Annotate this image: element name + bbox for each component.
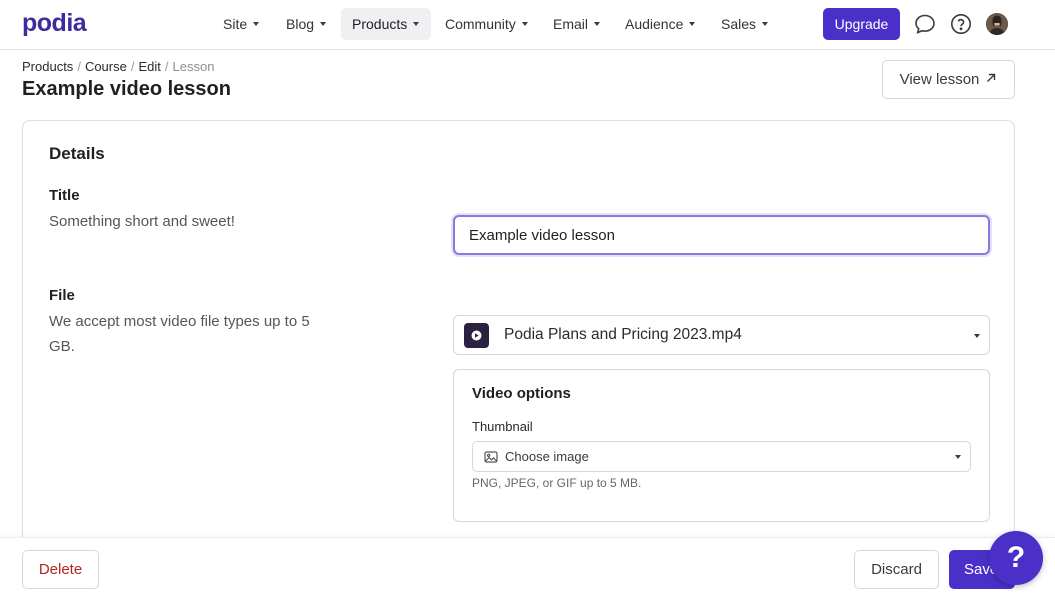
footer-bar: Delete Discard Save — [0, 537, 1055, 597]
caret-down-icon — [955, 455, 961, 459]
nav-item-audience[interactable]: Audience — [614, 8, 706, 40]
caret-down-icon — [253, 22, 260, 27]
video-file-icon — [464, 323, 489, 348]
caret-down-icon — [521, 22, 528, 27]
breadcrumb-separator: / — [130, 59, 135, 74]
podia-logo[interactable]: podia — [22, 9, 87, 38]
caret-down-icon — [320, 22, 327, 27]
caret-down-icon — [594, 22, 601, 27]
breadcrumb-edit[interactable]: Edit — [138, 59, 160, 74]
nav-item-label: Site — [223, 16, 248, 32]
upgrade-button[interactable]: Upgrade — [823, 8, 900, 40]
choose-image-label: Choose image — [505, 449, 589, 464]
title-help-text: Something short and sweet! — [49, 213, 235, 230]
chat-bubble-icon[interactable] — [913, 12, 937, 36]
file-label: File — [49, 287, 75, 304]
title-label: Title — [49, 187, 80, 204]
top-navigation: podia Site Blog Products Community Email… — [0, 0, 1055, 50]
help-chat-button[interactable]: ? — [989, 531, 1043, 585]
view-lesson-button[interactable]: View lesson — [882, 60, 1015, 99]
choose-image-select[interactable]: Choose image — [472, 441, 971, 472]
file-select[interactable]: Podia Plans and Pricing 2023.mp4 — [453, 315, 990, 355]
breadcrumb-products[interactable]: Products — [22, 59, 73, 74]
nav-item-label: Blog — [286, 16, 315, 32]
view-lesson-label: View lesson — [899, 71, 980, 88]
file-help-text: We accept most video file types up to 5 … — [49, 313, 310, 355]
nav-item-blog[interactable]: Blog — [275, 8, 337, 40]
external-arrow-icon — [985, 71, 997, 88]
nav-item-sales[interactable]: Sales — [710, 8, 779, 40]
details-heading: Details — [49, 144, 105, 163]
page-title: Example video lesson — [22, 78, 231, 100]
details-card: Details Title Something short and sweet!… — [22, 120, 1015, 560]
help-circle-icon[interactable] — [949, 12, 973, 36]
breadcrumb-current: Lesson — [172, 59, 215, 74]
thumbnail-hint: PNG, JPEG, or GIF up to 5 MB. — [472, 476, 642, 490]
breadcrumb-separator: / — [164, 59, 169, 74]
video-options-heading: Video options — [472, 385, 571, 402]
nav-item-email[interactable]: Email — [542, 8, 611, 40]
delete-button[interactable]: Delete — [22, 550, 99, 589]
nav-item-community[interactable]: Community — [434, 8, 539, 40]
nav-item-products[interactable]: Products — [341, 8, 431, 40]
video-options-panel: Video options Thumbnail Choose image PNG… — [453, 369, 990, 522]
caret-down-icon — [974, 334, 980, 338]
nav-item-label: Sales — [721, 16, 757, 32]
image-icon — [484, 450, 498, 469]
caret-down-icon — [762, 22, 769, 27]
nav-item-label: Email — [553, 16, 589, 32]
discard-button[interactable]: Discard — [854, 550, 939, 589]
nav-item-label: Products — [352, 16, 408, 32]
caret-down-icon — [413, 22, 420, 27]
thumbnail-label: Thumbnail — [472, 419, 533, 434]
nav-item-label: Community — [445, 16, 516, 32]
breadcrumb-separator: / — [77, 59, 81, 74]
caret-down-icon — [689, 22, 696, 27]
nav-item-site[interactable]: Site — [212, 8, 270, 40]
title-input[interactable] — [453, 215, 990, 255]
breadcrumb: Products / Course / Edit / Lesson — [22, 59, 214, 74]
avatar[interactable] — [986, 13, 1008, 35]
breadcrumb-course[interactable]: Course — [85, 59, 127, 74]
selected-file-name: Podia Plans and Pricing 2023.mp4 — [504, 326, 742, 343]
nav-item-label: Audience — [625, 16, 684, 32]
